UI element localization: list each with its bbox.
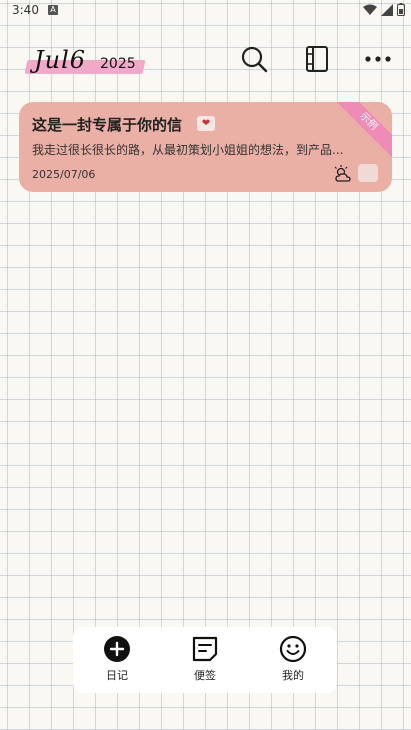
battery-icon — [397, 3, 405, 16]
entry-excerpt: 我走过很长很长的路，从最初策划小姐姐的想法，到产品... — [32, 143, 344, 157]
nav-item-mine[interactable]: 我的 — [263, 635, 323, 683]
diary-entry-card[interactable]: 示例 这是一封专属于你的信 ❤ 我走过很长很长的路，从最初策划小姐姐的想法，到产… — [19, 102, 392, 192]
notebook-icon[interactable] — [303, 45, 331, 73]
nav-item-notes[interactable]: 便签 — [175, 635, 235, 683]
notification-icon: A — [48, 5, 58, 15]
note-icon — [192, 636, 218, 662]
entry-date: 2025/07/06 — [32, 168, 96, 181]
status-icons — [363, 3, 405, 16]
more-icon[interactable] — [364, 45, 392, 73]
nav-item-diary[interactable]: 日记 — [87, 635, 147, 683]
nav-label-mine: 我的 — [282, 669, 304, 682]
month-label: Jul6 — [34, 46, 87, 74]
year-label: 2025 — [100, 56, 136, 72]
header: Jul6 2025 — [0, 38, 411, 82]
plus-circle-icon — [104, 636, 130, 662]
heart-letter-icon: ❤ — [197, 116, 215, 131]
search-icon[interactable] — [240, 45, 268, 73]
sun-cloud-icon — [334, 165, 351, 182]
status-time: 3:40 — [12, 3, 39, 17]
status-bar: 3:40 A — [0, 0, 411, 22]
nav-label-notes: 便签 — [194, 669, 216, 682]
month-selector[interactable]: Jul6 2025 — [24, 46, 146, 78]
bottom-nav: 日记 便签 我的 — [73, 627, 337, 693]
wifi-icon — [363, 4, 377, 15]
entry-title: 这是一封专属于你的信 — [32, 116, 183, 134]
nav-label-diary: 日记 — [106, 669, 128, 682]
mood-icon — [358, 164, 378, 182]
signal-icon — [381, 3, 393, 16]
smile-icon — [279, 635, 307, 663]
